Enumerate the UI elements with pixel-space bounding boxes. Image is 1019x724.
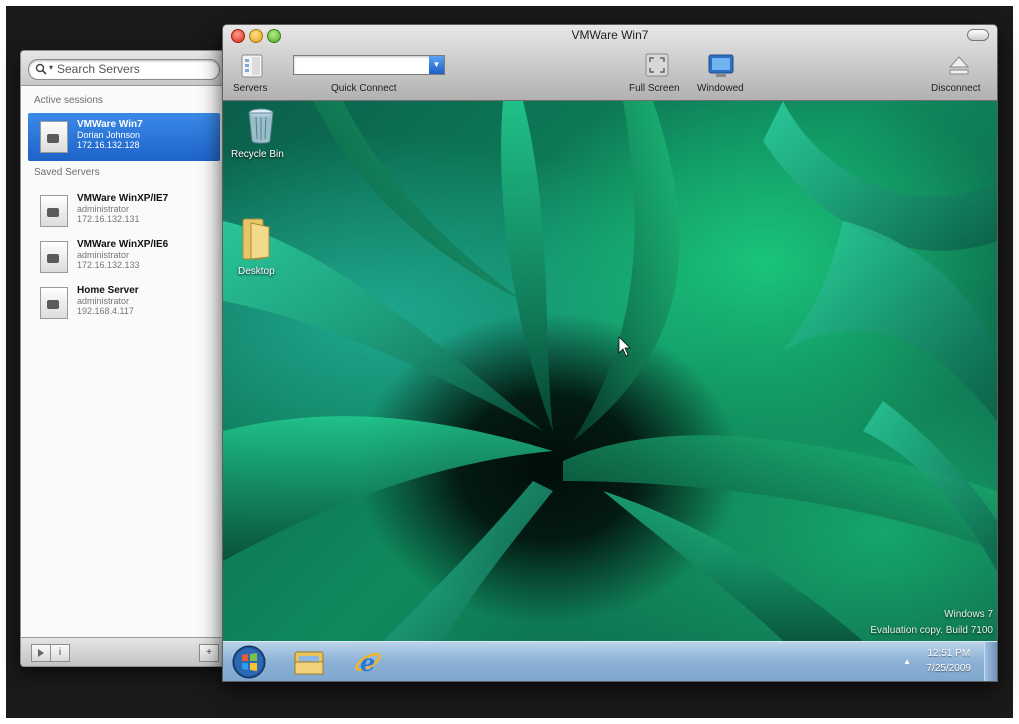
server-name: VMWare WinXP/IE7 (77, 193, 169, 204)
server-user: Dorian Johnson (77, 130, 141, 140)
internet-explorer-icon[interactable]: e (353, 646, 383, 678)
windows-watermark-build: Evaluation copy. Build 7100 (870, 625, 993, 636)
windowed-mode-icon[interactable] (708, 52, 734, 78)
saved-server-row-home-server[interactable]: Home Server administrator 192.168.4.117 (28, 279, 220, 327)
windowed-label[interactable]: Windowed (697, 83, 744, 94)
server-name: VMWare WinXP/IE6 (77, 239, 169, 250)
server-ip: 192.168.4.117 (77, 306, 134, 316)
remote-computer-icon (40, 241, 68, 273)
connect-arrow-button[interactable] (31, 644, 51, 662)
clock-date: 7/25/2009 (926, 663, 972, 674)
remote-computer-icon (40, 121, 68, 153)
servers-button-label[interactable]: Servers (233, 83, 267, 94)
titlebar-toolbar: VMWare Win7 Servers ▼ Quick Connect Full… (223, 25, 997, 101)
windows-watermark-title: Windows 7 (944, 609, 993, 620)
windows-start-icon[interactable] (231, 644, 267, 680)
show-desktop-button[interactable] (984, 642, 997, 681)
servers-bottom-bar: i + (21, 637, 227, 666)
recycle-bin-icon[interactable] (245, 107, 277, 145)
server-user: administrator (77, 250, 130, 260)
taskbar-clock[interactable]: 12:51 PM 7/25/2009 (927, 646, 972, 676)
server-ip: 172.16.132.133 (77, 260, 140, 270)
server-name: Home Server (77, 285, 139, 296)
show-hidden-icons-arrow-icon[interactable]: ▲ (903, 657, 911, 666)
desktop-folder-label[interactable]: Desktop (238, 266, 275, 277)
servers-panel: ▾ Active sessions VMWare Win7 Dorian Joh… (20, 50, 228, 667)
eject-disconnect-icon[interactable] (947, 53, 971, 77)
play-arrow-icon (38, 649, 44, 657)
servers-list-icon[interactable] (239, 53, 265, 79)
remote-computer-icon (40, 287, 68, 319)
search-icon (35, 63, 47, 75)
folder-icon[interactable] (241, 217, 273, 261)
full-screen-label[interactable]: Full Screen (629, 83, 680, 94)
add-server-button[interactable]: + (199, 644, 219, 662)
search-bar: ▾ (21, 51, 227, 86)
search-field[interactable]: ▾ (28, 59, 220, 80)
remote-desktop-window: VMWare Win7 Servers ▼ Quick Connect Full… (222, 24, 998, 682)
server-user: administrator (77, 204, 130, 214)
saved-servers-header: Saved Servers (34, 167, 100, 178)
quick-connect-label: Quick Connect (331, 83, 397, 94)
server-user: administrator (77, 296, 130, 306)
recycle-bin-label[interactable]: Recycle Bin (231, 149, 284, 160)
toolbar-toggle-button[interactable] (967, 29, 989, 41)
full-screen-icon[interactable] (645, 53, 669, 77)
search-options-chevron-icon[interactable]: ▾ (49, 63, 53, 72)
wallpaper-leaves (223, 101, 997, 641)
remote-computer-icon (40, 195, 68, 227)
explorer-folder-icon[interactable] (293, 648, 325, 676)
window-title: VMWare Win7 (571, 28, 649, 42)
saved-server-row-winxp-ie7[interactable]: VMWare WinXP/IE7 administrator 172.16.13… (28, 187, 220, 235)
active-sessions-header: Active sessions (34, 95, 103, 106)
info-button[interactable]: i (50, 644, 70, 662)
quick-connect-input[interactable] (297, 57, 425, 72)
server-name: VMWare Win7 (77, 119, 143, 130)
svg-text:e: e (360, 648, 375, 677)
clock-time: 12:51 PM (927, 648, 971, 659)
remote-desktop-screen[interactable]: Recycle Bin Desktop Windows 7 Evaluation… (223, 101, 997, 641)
windows-taskbar: e ▲ 12:51 PM 7/25/2009 (223, 641, 997, 681)
session-row-vmware-win7[interactable]: VMWare Win7 Dorian Johnson 172.16.132.12… (28, 113, 220, 161)
quick-connect-dropdown-button[interactable]: ▼ (429, 56, 444, 74)
saved-server-row-winxp-ie6[interactable]: VMWare WinXP/IE6 administrator 172.16.13… (28, 233, 220, 281)
search-input[interactable] (57, 61, 207, 77)
quick-connect-field[interactable]: ▼ (293, 55, 445, 75)
disconnect-label[interactable]: Disconnect (931, 83, 980, 94)
server-ip: 172.16.132.131 (77, 214, 140, 224)
chevron-down-icon: ▼ (432, 60, 441, 69)
server-ip: 172.16.132.128 (77, 140, 140, 150)
